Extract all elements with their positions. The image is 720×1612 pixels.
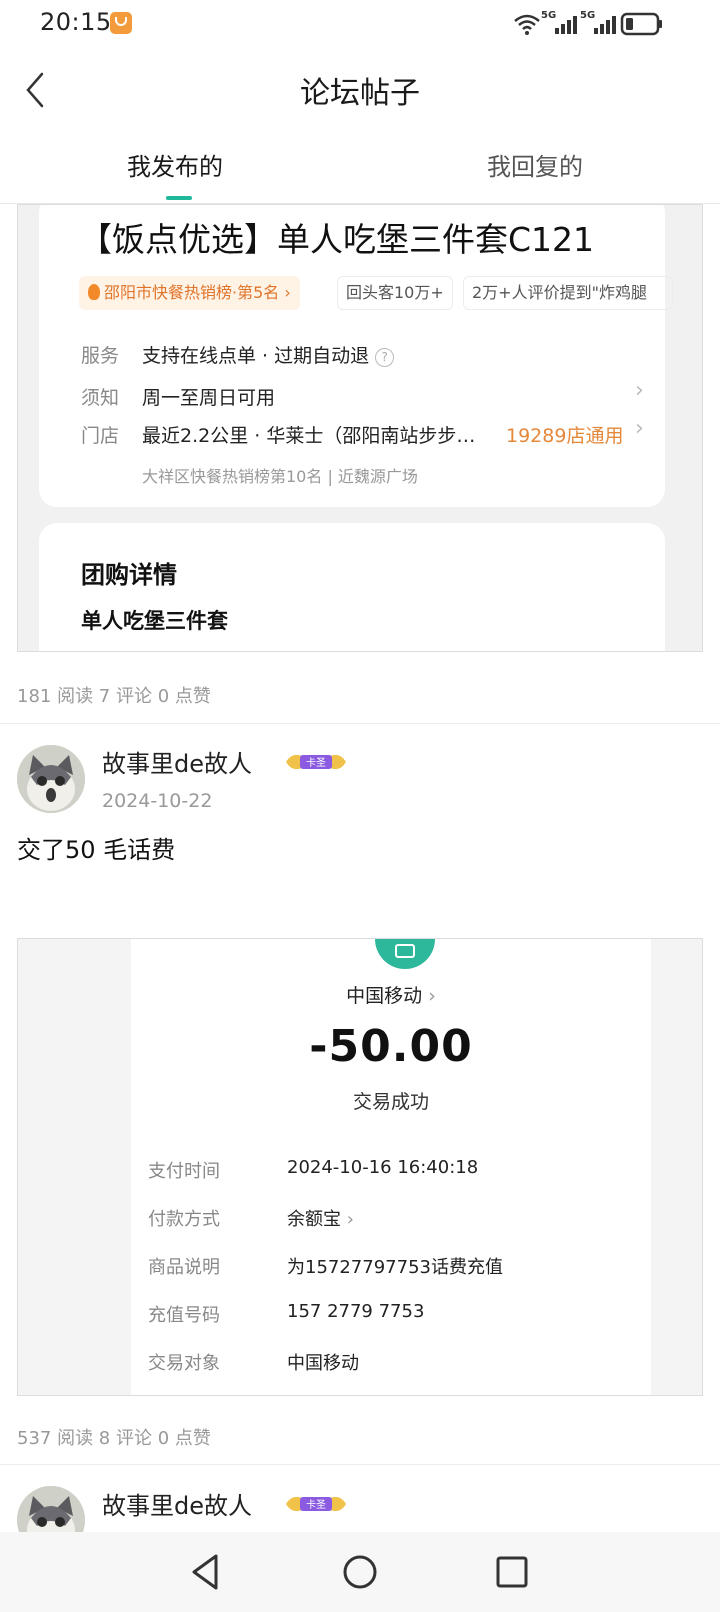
author-name[interactable]: 故事里de故人 (102, 1486, 252, 1521)
mobile-carrier-icon (375, 939, 435, 969)
tab-my-replies[interactable]: 我回复的 (487, 147, 583, 182)
detail-label: 交易对象 (148, 1353, 220, 1374)
detail-value: 157 2779 7753 (287, 1301, 425, 1322)
service-value-text: 支持在线点单 · 过期自动退 (142, 345, 370, 367)
avatar[interactable] (17, 745, 85, 813)
rank-badge-icon: 卡圣 (286, 1496, 346, 1512)
badge-text: 卡圣 (306, 756, 326, 769)
store-count: 19289店通用 (506, 425, 624, 447)
tab-my-posts[interactable]: 我发布的 (127, 147, 223, 182)
group-detail-subtitle: 单人吃堡三件套 (81, 609, 228, 633)
badge-text: 卡圣 (306, 1498, 326, 1511)
service-value: 支持在线点单 · 过期自动退? (142, 341, 395, 368)
detail-value: 为15727797753话费充值 (287, 1257, 503, 1278)
chevron-right-icon: › (635, 416, 644, 441)
store-value: 最近2.2公里 · 华莱士（邵阳南站步步… (142, 425, 476, 447)
notice-value: 周一至周日可用 (142, 387, 276, 409)
post-date: 2024-10-22 (102, 790, 213, 812)
detail-value: 中国移动 (287, 1353, 359, 1374)
post-image[interactable]: 中国移动 › -50.00 交易成功 支付时间 2024-10-16 16:40… (17, 938, 703, 1396)
wifi-icon (514, 14, 540, 35)
store-label: 门店 (81, 425, 120, 447)
review-chip: 2万+人评价提到"炸鸡腿 (463, 276, 673, 310)
deal-card: 【饭点优选】单人吃堡三件套C121 邵阳市快餐热销榜·第5名 › 回头客10万+… (39, 205, 673, 507)
payee: 中国移动 › (131, 981, 651, 1008)
store-meta: 大祥区快餐热销榜第10名 | 近魏源广场 (142, 467, 418, 486)
detail-label: 支付时间 (148, 1161, 220, 1182)
status-bar: 20:15 5G 5G (0, 0, 720, 48)
tab-indicator (166, 196, 192, 200)
deal-title: 【饭点优选】单人吃堡三件套C121 (79, 220, 595, 259)
chevron-right-icon: › (422, 985, 436, 1007)
tab-bar: 我发布的 我回复的 (0, 135, 720, 204)
flame-icon (88, 284, 100, 300)
app-notification-icon (110, 12, 132, 34)
notice-label: 须知 (81, 387, 120, 409)
detail-label: 付款方式 (148, 1209, 220, 1230)
home-circle-icon[interactable] (334, 1546, 386, 1598)
detail-value: 2024-10-16 16:40:18 (287, 1157, 479, 1178)
post-image[interactable]: 【饭点优选】单人吃堡三件套C121 邵阳市快餐热销榜·第5名 › 回头客10万+… (17, 204, 703, 652)
post-text: 交了50 毛话费 (17, 836, 176, 864)
rank-chip: 邵阳市快餐热销榜·第5名 › (79, 276, 300, 310)
status-time: 20:15 (40, 8, 112, 36)
post-stats: 181 阅读 7 评论 0 点赞 (17, 686, 211, 707)
system-nav-bar (0, 1532, 720, 1612)
rank-badge-icon: 卡圣 (286, 754, 346, 770)
chevron-right-icon: › (279, 283, 291, 302)
group-detail-card: 团购详情 单人吃堡三件套 (39, 523, 665, 651)
detail-value: 余额宝 › (287, 1205, 354, 1231)
amount: -50.00 (309, 1021, 473, 1072)
service-label: 服务 (81, 345, 120, 367)
detail-label: 充值号码 (148, 1305, 220, 1326)
cat-avatar-image (17, 745, 85, 813)
rank-chip-label: 邵阳市快餐热销榜·第5名 (104, 283, 280, 302)
post-divider (0, 1464, 720, 1465)
detail-label: 商品说明 (148, 1257, 220, 1278)
chevron-right-icon: › (635, 378, 644, 403)
battery-icon (620, 12, 662, 36)
post-stats: 537 阅读 8 评论 0 点赞 (17, 1428, 211, 1449)
recents-square-icon[interactable] (486, 1546, 538, 1598)
transaction-status: 交易成功 (352, 1091, 429, 1113)
payee-name: 中国移动 (346, 985, 423, 1007)
help-icon: ? (375, 348, 395, 367)
page-title: 论坛帖子 (300, 76, 420, 111)
payment-method: 余额宝 (287, 1209, 341, 1230)
repeat-customer-chip: 回头客10万+ (337, 276, 453, 310)
payment-receipt: 中国移动 › -50.00 交易成功 支付时间 2024-10-16 16:40… (131, 939, 651, 1395)
post-divider (0, 723, 720, 724)
back-triangle-icon[interactable] (180, 1546, 232, 1598)
chevron-right-icon: › (341, 1209, 354, 1230)
author-name[interactable]: 故事里de故人 (102, 744, 252, 779)
group-detail-title: 团购详情 (81, 561, 177, 589)
